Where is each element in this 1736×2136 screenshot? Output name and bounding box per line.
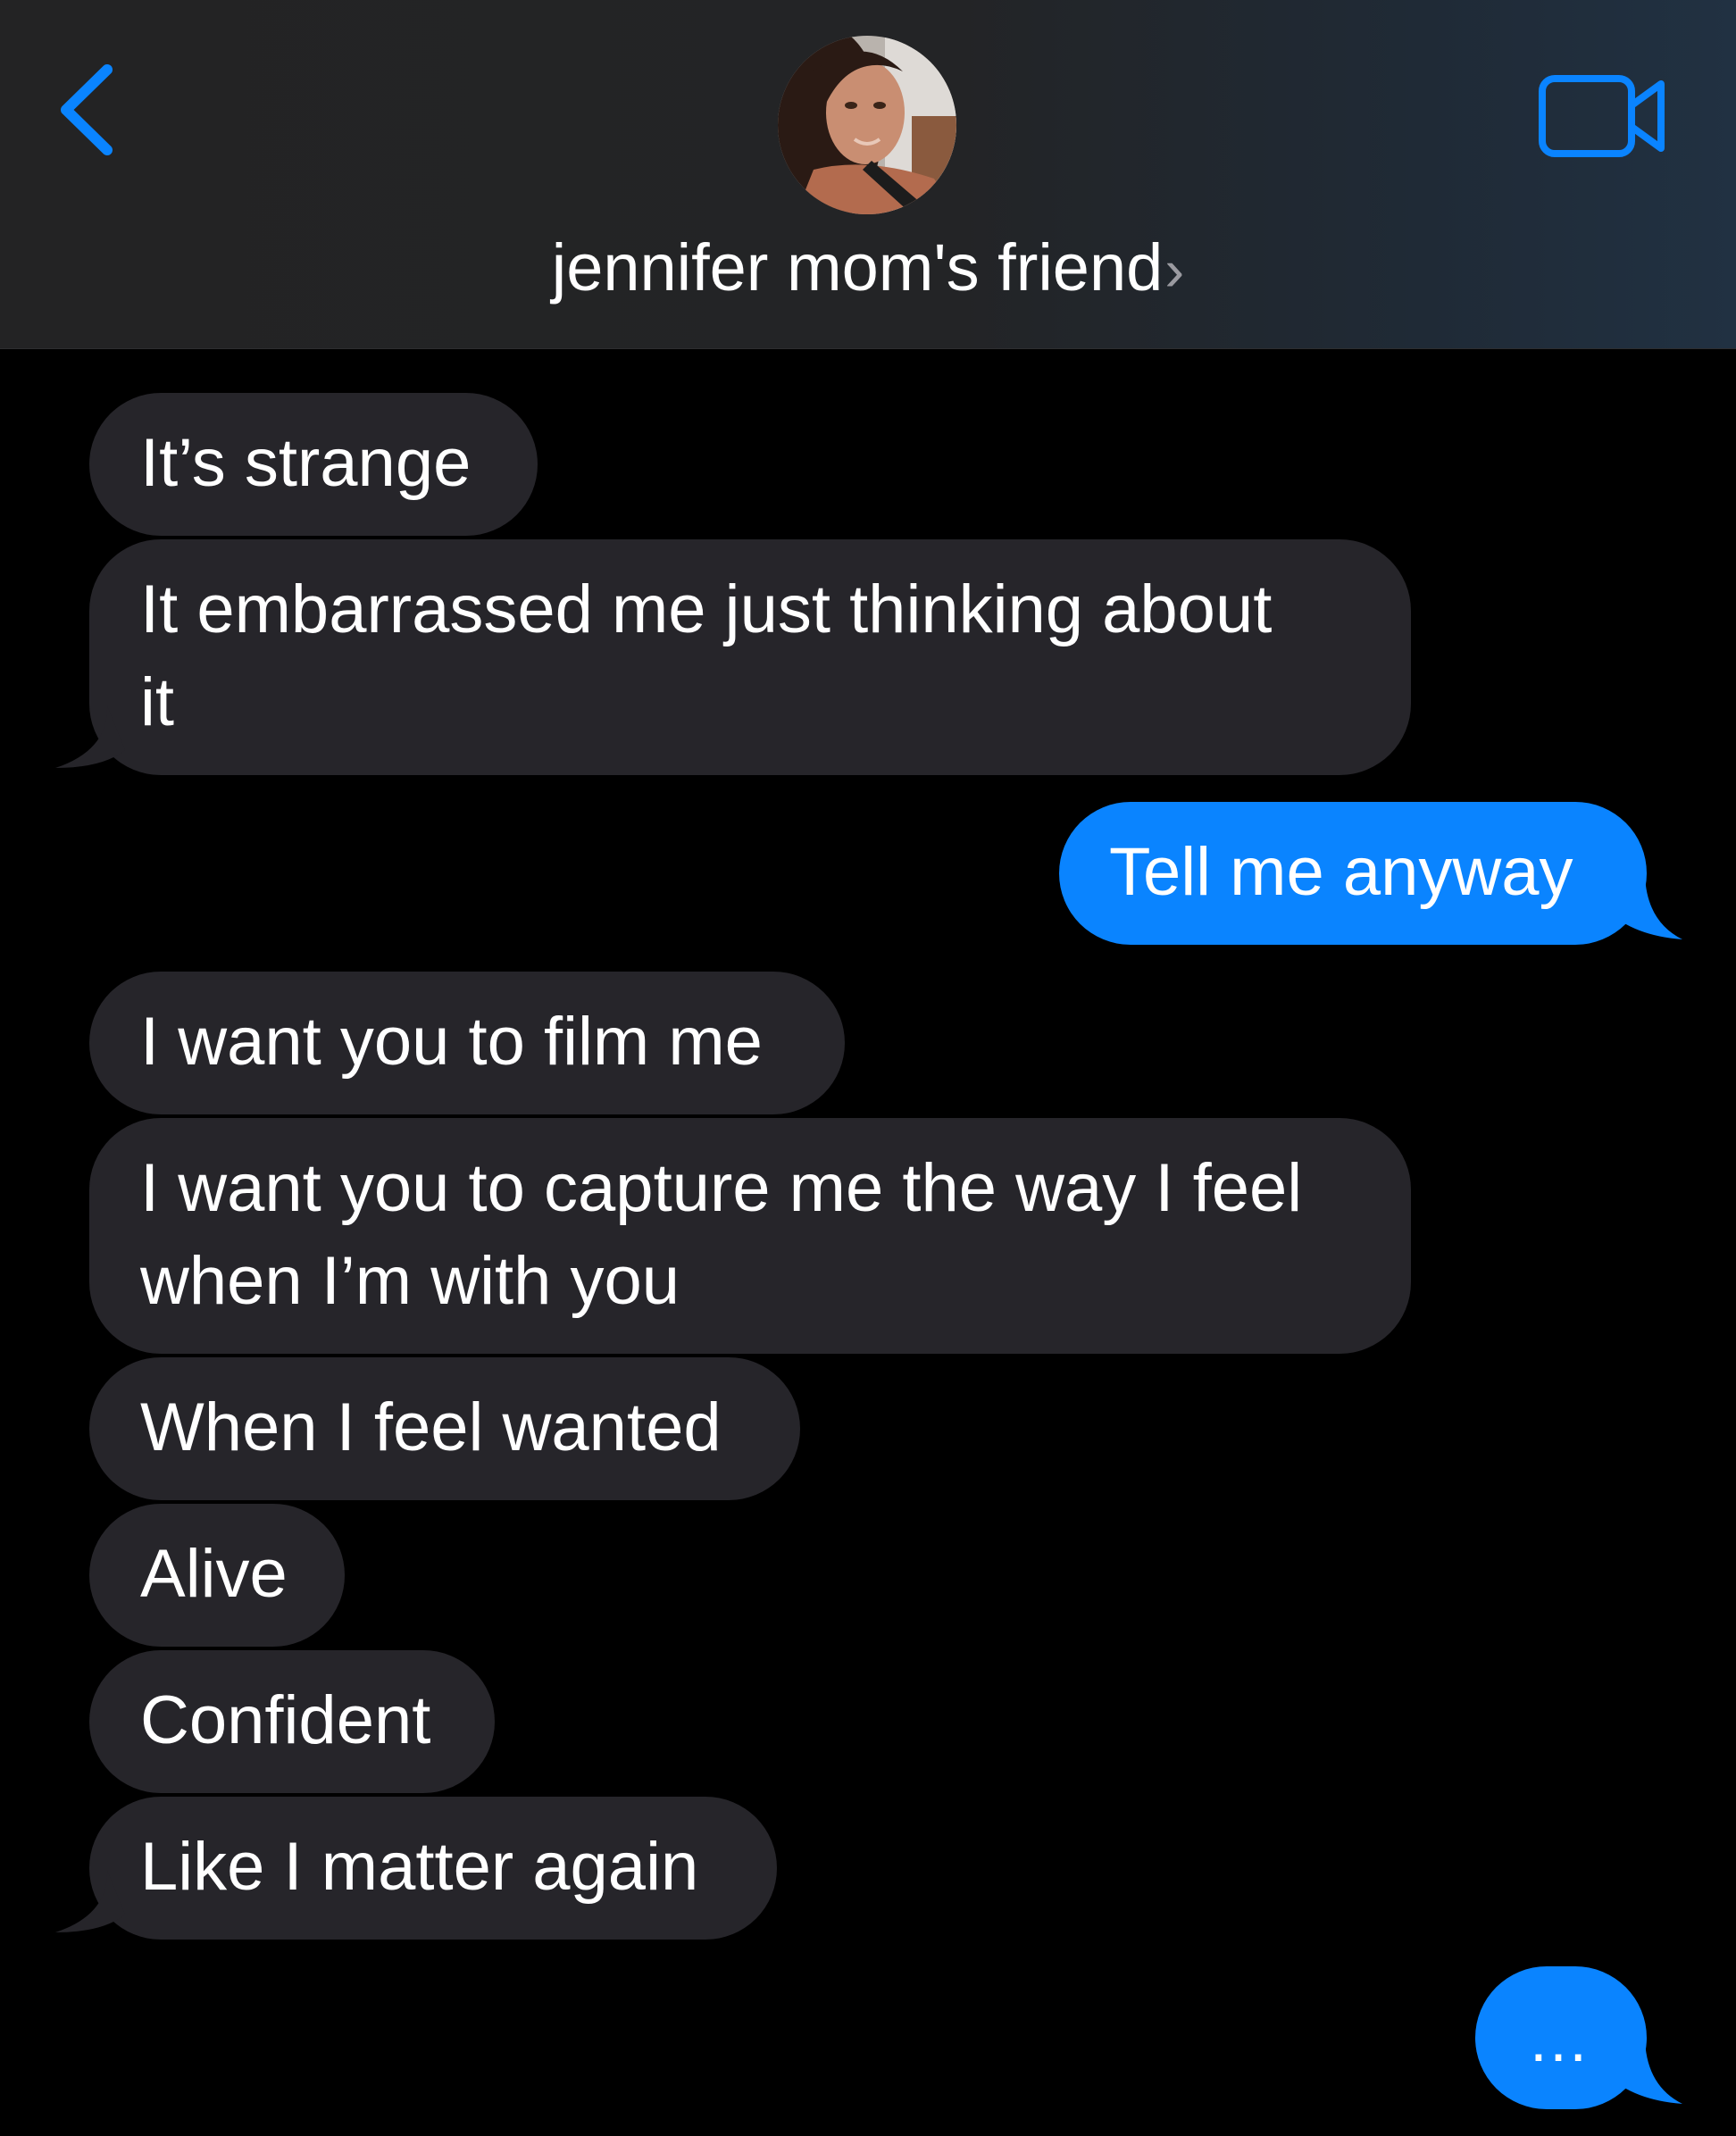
message-text: when I’m with you xyxy=(140,1243,680,1319)
contact-name: jennifer mom's friend xyxy=(551,230,1164,305)
message-text: Tell me anyway xyxy=(1109,834,1573,910)
contact-avatar[interactable] xyxy=(778,36,956,214)
bubble-tail xyxy=(55,1870,125,1932)
ellipsis-icon: … xyxy=(1527,2005,1590,2074)
bubble-tail xyxy=(1607,2040,1682,2104)
contact-name-button[interactable]: jennifer mom's friend› xyxy=(0,223,1736,314)
message-text: it xyxy=(140,664,174,740)
conversation-header: jennifer mom's friend› xyxy=(0,0,1736,349)
message-text: It embarrassed me just thinking about xyxy=(140,572,1273,647)
message-text: Like I matter again xyxy=(140,1829,699,1905)
message-text: I want you to capture me the way I feel xyxy=(140,1150,1303,1226)
bubble-tail xyxy=(1607,875,1682,939)
video-call-button[interactable] xyxy=(1538,73,1668,159)
avatar-photo xyxy=(778,36,956,214)
message-text: Confident xyxy=(140,1682,431,1758)
chevron-left-icon xyxy=(61,64,113,155)
message-text: I want you to film me xyxy=(140,1004,763,1080)
bubble-tail xyxy=(55,705,125,768)
back-button[interactable] xyxy=(55,61,127,159)
message-text: Alive xyxy=(140,1536,288,1612)
chevron-right-icon: › xyxy=(1164,237,1185,303)
message-text: When I feel wanted xyxy=(140,1389,722,1465)
message-text: It’s strange xyxy=(140,425,472,501)
video-camera-icon xyxy=(1539,75,1665,157)
